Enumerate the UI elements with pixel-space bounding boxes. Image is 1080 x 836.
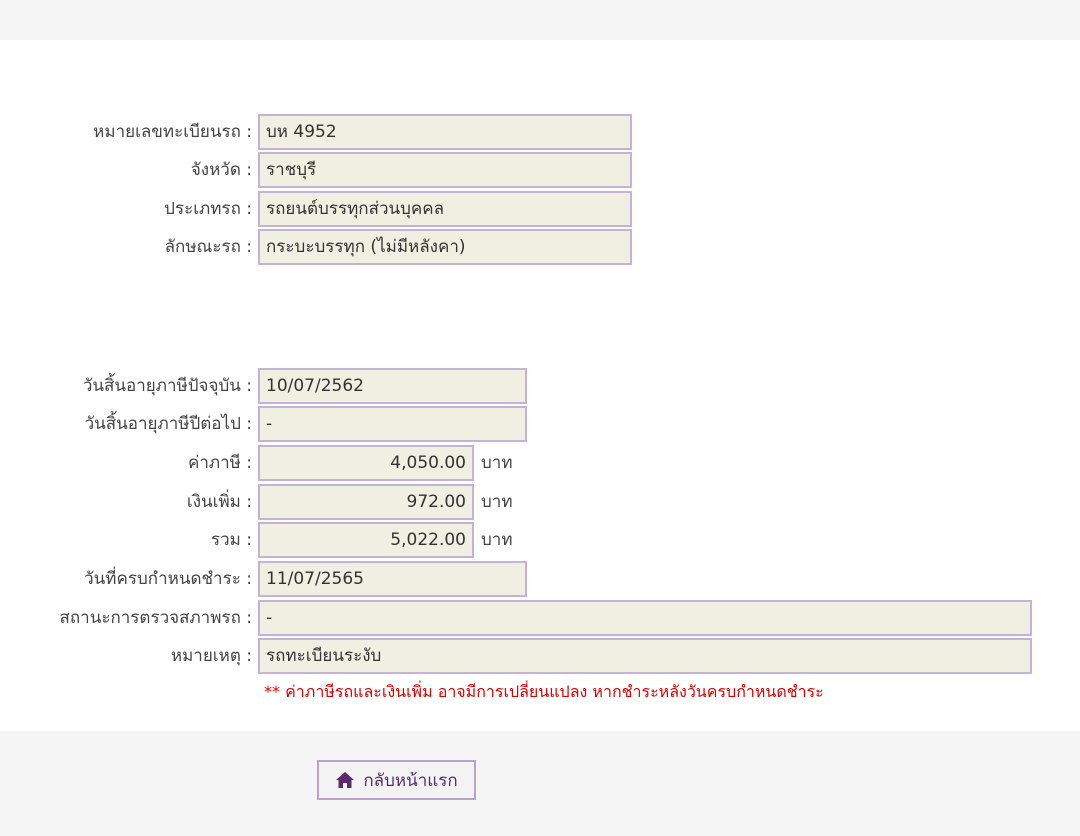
surcharge-row: เงินเพิ่ม : 972.00 บาท: [0, 484, 1080, 520]
surcharge-label: เงินเพิ่ม :: [186, 492, 252, 512]
current-expiry-row: วันสิ้นอายุภาษีปัจจุบัน : 10/07/2562: [0, 368, 1080, 404]
due-date-row: วันที่ครบกำหนดชำระ : 11/07/2565: [0, 561, 1080, 597]
vehicle-characteristic-label: ลักษณะรถ :: [164, 237, 252, 257]
vehicle-characteristic-field: กระบะบรรทุก (ไม่มีหลังคา): [258, 229, 632, 265]
remark-label: หมายเหตุ :: [170, 646, 252, 666]
vehicle-type-label: ประเภทรถ :: [164, 199, 252, 219]
plate-label: หมายเลขทะเบียนรถ :: [93, 122, 252, 142]
province-label: จังหวัด :: [190, 160, 252, 180]
due-date-label: วันที่ครบกำหนดชำระ :: [84, 569, 252, 589]
remark-row: หมายเหตุ : รถทะเบียนระงับ: [0, 638, 1080, 674]
total-label: รวม :: [210, 530, 252, 550]
home-icon: [335, 771, 355, 789]
next-expiry-label: วันสิ้นอายุภาษีปีต่อไป :: [84, 414, 252, 434]
vehicle-characteristic-row: ลักษณะรถ : กระบะบรรทุก (ไม่มีหลังคา): [0, 229, 1080, 265]
tax-unit: บาท: [481, 453, 513, 473]
plate-field: บห 4952: [258, 114, 632, 150]
vehicle-type-field: รถยนต์บรรทุกส่วนบุคคล: [258, 191, 632, 227]
inspection-label: สถานะการตรวจสภาพรถ :: [59, 608, 252, 628]
province-field: ราชบุรี: [258, 152, 632, 188]
due-date-field: 11/07/2565: [258, 561, 527, 597]
current-expiry-field: 10/07/2562: [258, 368, 527, 404]
back-home-button[interactable]: กลับหน้าแรก: [317, 760, 476, 800]
tax-label: ค่าภาษี :: [187, 453, 252, 473]
tax-amount-field: 4,050.00: [258, 445, 474, 481]
inspection-row: สถานะการตรวจสภาพรถ : -: [0, 600, 1080, 636]
surcharge-unit: บาท: [481, 492, 513, 512]
next-expiry-field: -: [258, 406, 527, 442]
total-field: 5,022.00: [258, 522, 474, 558]
next-expiry-row: วันสิ้นอายุภาษีปีต่อไป : -: [0, 406, 1080, 442]
back-home-label: กลับหน้าแรก: [363, 770, 458, 791]
footer-bar: [0, 731, 1080, 836]
current-expiry-label: วันสิ้นอายุภาษีปัจจุบัน :: [82, 376, 252, 396]
surcharge-field: 972.00: [258, 484, 474, 520]
plate-row: หมายเลขทะเบียนรถ : บห 4952: [0, 114, 1080, 150]
total-row: รวม : 5,022.00 บาท: [0, 522, 1080, 558]
top-bar: [0, 0, 1080, 40]
total-unit: บาท: [481, 530, 513, 550]
remark-field: รถทะเบียนระงับ: [258, 638, 1032, 674]
vehicle-type-row: ประเภทรถ : รถยนต์บรรทุกส่วนบุคคล: [0, 191, 1080, 227]
tax-row: ค่าภาษี : 4,050.00 บาท: [0, 445, 1080, 481]
province-row: จังหวัด : ราชบุรี: [0, 152, 1080, 188]
change-warning-note: ** ค่าภาษีรถและเงินเพิ่ม อาจมีการเปลี่ยน…: [264, 682, 824, 701]
inspection-field: -: [258, 600, 1032, 636]
